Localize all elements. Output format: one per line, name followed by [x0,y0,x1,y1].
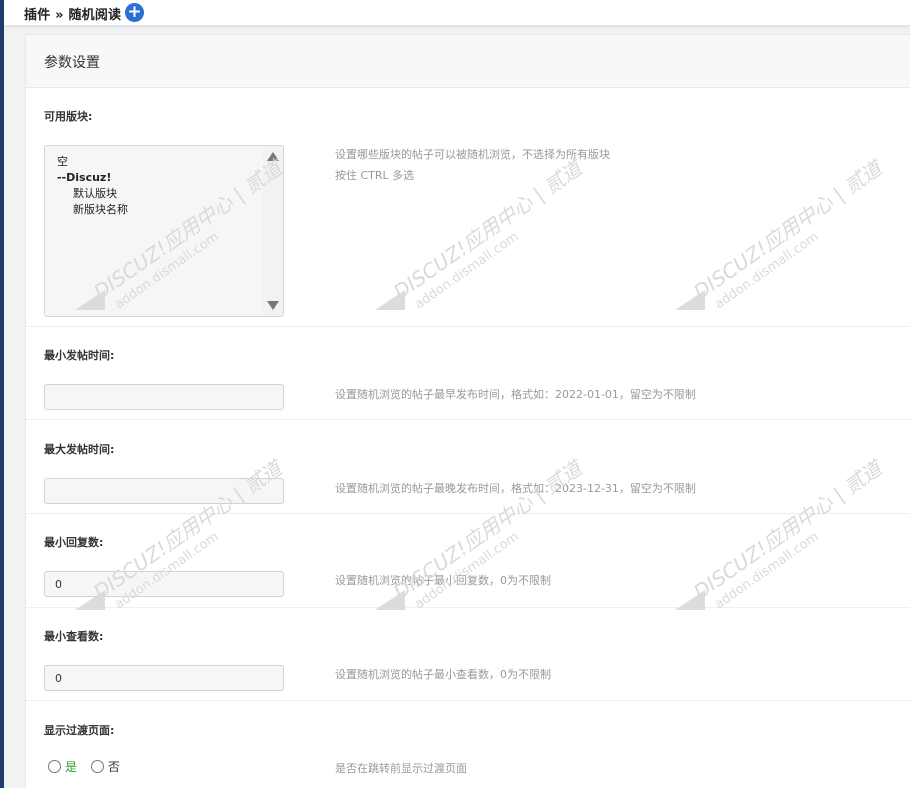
row-divider [26,607,910,608]
forum-option[interactable]: --Discuz! [57,170,128,186]
settings-panel: 参数设置 可用版块: 空 --Discuz! 默认版块 新版块名称 设置哪些版块… [25,34,910,788]
min-time-label: 最小发帖时间: [44,349,115,362]
panel-title: 参数设置 [44,55,100,71]
min-views-label: 最小查看数: [44,630,104,643]
sidebar-edge [0,0,4,788]
scrollbar[interactable] [263,146,283,316]
max-time-hint: 设置随机浏览的帖子最晚发布时间，格式如：2023-12-31，留空为不限制 [335,482,696,495]
radio-yes[interactable] [48,760,61,773]
forums-label: 可用版块: [44,110,93,123]
panel-header: 参数设置 [26,35,910,88]
row-divider [26,513,910,514]
breadcrumb: 插件 » 随机阅读 [24,8,122,23]
min-replies-label: 最小回复数: [44,536,104,549]
forums-hint-line: 设置哪些版块的帖子可以被随机浏览，不选择为所有版块 [335,148,610,161]
min-views-hint: 设置随机浏览的帖子最小查看数，0为不限制 [335,668,551,681]
scroll-down-arrow-icon[interactable] [267,301,279,310]
min-time-input[interactable] [44,384,284,410]
radio-no[interactable] [90,760,104,773]
transition-label: 显示过渡页面: [44,724,115,737]
forums-hint-line: 按住 CTRL 多选 [335,169,415,182]
plus-circle-icon[interactable]: + [125,3,144,22]
forum-option[interactable]: 默认版块 [57,186,128,202]
forums-option-list: 空 --Discuz! 默认版块 新版块名称 [57,154,128,218]
max-time-input[interactable] [44,478,284,504]
row-divider [26,326,910,327]
min-replies-hint: 设置随机浏览的帖子最小回复数，0为不限制 [335,574,551,587]
radio-no-label[interactable]: 否 [108,760,120,774]
radio-yes-label[interactable]: 是 [65,760,77,774]
forum-option[interactable]: 空 [57,154,128,170]
row-divider [26,419,910,420]
transition-radio-group: 是 否 [48,758,120,775]
min-time-hint: 设置随机浏览的帖子最早发布时间，格式如：2022-01-01，留空为不限制 [335,388,696,401]
forums-hint: 设置哪些版块的帖子可以被随机浏览，不选择为所有版块 按住 CTRL 多选 [335,144,610,186]
scroll-up-arrow-icon[interactable] [267,152,279,161]
transition-hint: 是否在跳转前显示过渡页面 [335,762,467,775]
forums-multiselect[interactable]: 空 --Discuz! 默认版块 新版块名称 [44,145,284,317]
min-views-input[interactable] [44,665,284,691]
row-divider [26,700,910,701]
min-replies-input[interactable] [44,571,284,597]
top-bar: 插件 » 随机阅读 + [4,0,910,26]
forum-option[interactable]: 新版块名称 [57,202,128,218]
max-time-label: 最大发帖时间: [44,443,115,456]
